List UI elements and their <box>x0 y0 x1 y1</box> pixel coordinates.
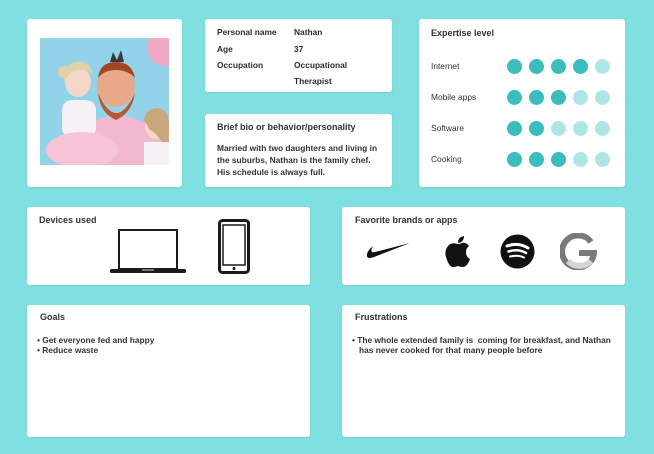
rating-dot-empty <box>573 90 588 105</box>
rating-dot-empty <box>595 90 610 105</box>
rating-dot-filled <box>529 90 544 105</box>
expertise-title: Expertise level <box>431 28 495 38</box>
occupation-value: Occupational Therapist <box>294 60 348 86</box>
bio-text: Married with two daughters and living in… <box>217 143 378 177</box>
bio-card: Brief bio or behavior/personality Marrie… <box>205 114 392 187</box>
apple-logo-icon <box>445 236 470 267</box>
expertise-row: Mobile apps <box>431 90 616 106</box>
laptop-icon <box>110 229 186 273</box>
frustration-item: • The whole extended family is coming fo… <box>352 335 611 345</box>
rating-dot-filled <box>507 59 522 74</box>
rating-dot-empty <box>573 121 588 136</box>
expertise-label: Mobile apps <box>431 92 477 102</box>
smartphone-icon <box>218 219 250 274</box>
expertise-label: Internet <box>431 61 460 71</box>
name-value: Nathan <box>294 27 323 37</box>
photo-card <box>27 19 182 187</box>
expertise-row: Cooking <box>431 152 616 168</box>
spotify-logo-icon <box>500 234 535 269</box>
age-label: Age <box>217 44 233 54</box>
rating-dot-empty <box>595 121 610 136</box>
expertise-card: Expertise level Internet Mobile apps Softw… <box>419 19 625 187</box>
rating-dot-filled <box>507 90 522 105</box>
rating-dot-filled <box>551 152 566 167</box>
persona-photo <box>40 38 169 165</box>
rating-dot-empty <box>595 59 610 74</box>
frustrations-card: Frustrations • The whole extended family… <box>342 305 625 437</box>
rating-dot-filled <box>529 59 544 74</box>
age-value: 37 <box>294 44 304 54</box>
expertise-label: Software <box>431 123 465 133</box>
rating-dot-filled <box>507 152 522 167</box>
rating-dot-empty <box>573 152 588 167</box>
persona-info-card: Personal name Nathan Age 37 Occupation O… <box>205 19 392 92</box>
frustrations-title: Frustrations <box>355 312 408 322</box>
rating-dot-empty <box>551 121 566 136</box>
persona-photo-illustration <box>40 38 169 165</box>
brands-title: Favorite brands or apps <box>355 215 458 225</box>
frustration-item-continued: has never cooked for that many people be… <box>359 345 543 355</box>
expertise-row: Internet <box>431 59 616 75</box>
expertise-row: Software <box>431 121 616 137</box>
occupation-label: Occupation <box>217 60 264 70</box>
brands-card: Favorite brands or apps <box>342 207 625 285</box>
google-logo-icon <box>560 233 597 270</box>
rating-dot-filled <box>551 90 566 105</box>
rating-dot-filled <box>573 59 588 74</box>
rating-dot-filled <box>551 59 566 74</box>
goal-item: • Get everyone fed and happy <box>37 335 155 345</box>
devices-card: Devices used <box>27 207 310 285</box>
goal-item: • Reduce waste <box>37 345 99 355</box>
devices-title: Devices used <box>39 215 97 225</box>
goals-title: Goals <box>40 312 66 322</box>
rating-dot-filled <box>529 152 544 167</box>
name-label: Personal name <box>217 27 277 37</box>
rating-dot-empty <box>595 152 610 167</box>
bio-title: Brief bio or behavior/personality <box>217 122 356 132</box>
nike-logo-icon <box>366 243 410 258</box>
goals-card: Goals • Get everyone fed and happy • Red… <box>27 305 310 437</box>
expertise-label: Cooking <box>431 154 462 164</box>
rating-dot-filled <box>507 121 522 136</box>
rating-dot-filled <box>529 121 544 136</box>
